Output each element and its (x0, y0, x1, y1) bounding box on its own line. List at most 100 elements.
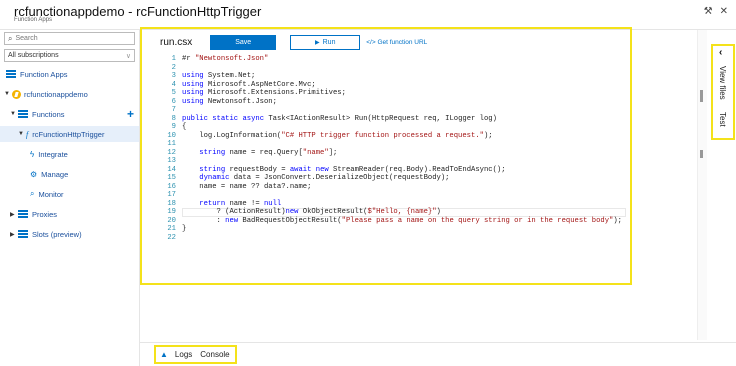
list-icon (18, 230, 28, 238)
code-line[interactable]: 3 using System.Net; (146, 72, 630, 81)
line-number: 20 (167, 216, 176, 225)
add-function-icon[interactable]: + (127, 107, 134, 121)
code-text: public static async Task<IActionResult> … (182, 114, 497, 123)
page-subtitle: Function Apps (14, 17, 53, 23)
line-number: 15 (167, 174, 176, 182)
lightning-icon: ϟ (30, 149, 35, 159)
chevron-left-icon[interactable]: ‹ (719, 47, 722, 58)
code-line[interactable]: 15 dynamic data = JsonConvert.Deserializ… (146, 174, 630, 183)
line-number: 3 (171, 72, 176, 80)
close-icon[interactable]: ✕ (720, 6, 728, 17)
sidebar: ⌕ Search All subscriptions ∨ Function Ap… (0, 30, 140, 366)
code-line[interactable]: 19 ? (ActionResult)new OkObjectResult($"… (146, 208, 630, 217)
code-line[interactable]: 9{ (146, 123, 630, 132)
caret-right-icon[interactable]: ▶ (10, 211, 18, 218)
caret-right-icon[interactable]: ▶ (10, 231, 18, 238)
code-line[interactable]: 17 (146, 191, 630, 200)
code-line[interactable]: 21} (146, 225, 630, 234)
line-number: 6 (171, 97, 176, 106)
code-text: string name = req.Query["name"]; (199, 148, 338, 157)
get-function-url-link[interactable]: </> Get function URL (366, 39, 427, 46)
code-text: using Microsoft.Extensions.Primitives; (182, 89, 346, 97)
code-line[interactable]: 14 string requestBody = await new Stream… (146, 166, 630, 175)
function-app-icon (12, 89, 21, 99)
code-text: : new BadRequestObjectResult("Please pas… (182, 216, 623, 225)
code-line[interactable]: 11 (146, 140, 630, 149)
sidebar-item-function-trigger[interactable]: ▼ f rcFunctionHttpTrigger (0, 126, 139, 142)
sidebar-item-label: Integrate (38, 149, 68, 159)
line-number: 13 (167, 157, 176, 165)
function-icon: f (26, 129, 29, 139)
play-icon: ▶ (315, 39, 320, 46)
console-tab[interactable]: Console (200, 350, 229, 359)
sidebar-item-label: Manage (41, 169, 69, 179)
list-icon (6, 70, 16, 78)
sidebar-item-manage[interactable]: ⚙ Manage (30, 166, 68, 182)
code-line[interactable]: 1 #r "Newtonsoft.Json" (146, 55, 630, 64)
code-line[interactable]: 8 public static async Task<IActionResult>… (146, 115, 630, 124)
search-icon: ⌕ (30, 189, 35, 198)
caret-down-icon[interactable]: ▼ (4, 91, 12, 97)
sidebar-item-functions[interactable]: ▼ Functions + (10, 106, 139, 122)
code-line[interactable]: 5 using Microsoft.Extensions.Primitives; (146, 89, 630, 98)
code-line[interactable]: 2 (146, 64, 630, 73)
save-button[interactable]: Save (210, 34, 277, 50)
tab-view-files[interactable]: View files (718, 66, 727, 100)
code-line[interactable]: 16 name = name ?? data?.name; (146, 183, 630, 192)
caret-down-icon[interactable]: ▼ (10, 111, 18, 117)
file-name[interactable]: run.csx (160, 37, 192, 48)
code-text: { (182, 123, 187, 131)
sidebar-item-proxies[interactable]: ▶ Proxies (10, 206, 57, 222)
sidebar-item-slots[interactable]: ▶ Slots (preview) (10, 226, 82, 242)
header-actions: ⚒ ✕ (704, 6, 728, 17)
sidebar-item-function-app[interactable]: ▼ rcfunctionappdemo (4, 86, 88, 102)
editor-scrollbar[interactable] (697, 30, 707, 340)
search-icon: ⌕ (8, 33, 13, 43)
line-number: 1 (171, 55, 176, 63)
list-icon (18, 210, 28, 218)
code-line[interactable]: 13 (146, 157, 630, 166)
code-text: using Newtonsoft.Json; (182, 97, 277, 106)
tab-test[interactable]: Test (718, 112, 727, 127)
line-number: 5 (171, 89, 176, 97)
line-number: 16 (167, 182, 176, 191)
run-button[interactable]: ▶ Run (290, 34, 361, 50)
code-line[interactable]: 4 using Microsoft.AspNetCore.Mvc; (146, 81, 630, 90)
caret-down-icon[interactable]: ▼ (18, 131, 26, 137)
scrollbar-thumb[interactable] (700, 90, 703, 102)
code-text: #r "Newtonsoft.Json" (182, 55, 269, 63)
code-line[interactable]: 12 string name = req.Query["name"]; (146, 149, 630, 158)
logs-tab[interactable]: Logs (175, 350, 192, 359)
subscriptions-dropdown[interactable]: All subscriptions ∨ (4, 49, 135, 62)
scrollbar-marker (700, 150, 703, 158)
code-line[interactable]: 10 log.LogInformation("C# HTTP trigger f… (146, 132, 630, 141)
line-number: 4 (171, 80, 176, 89)
search-input[interactable]: ⌕ Search (4, 32, 135, 45)
code-line[interactable]: 20 : new BadRequestObjectResult("Please … (146, 217, 630, 226)
pin-icon[interactable]: ⚒ (704, 6, 713, 17)
line-number: 22 (167, 233, 176, 242)
sidebar-item-integrate[interactable]: ϟ Integrate (30, 146, 68, 162)
gear-icon: ⚙ (30, 169, 38, 179)
code-text: return name != null (199, 199, 282, 208)
code-text: log.LogInformation("C# HTTP trigger func… (182, 131, 493, 140)
editor-toolbar: run.csx Save ▶ Run </> Get function URL (160, 34, 427, 50)
code-line[interactable]: 6 using Newtonsoft.Json; (146, 98, 630, 107)
code-line[interactable]: 18 return name != null (146, 200, 630, 209)
sidebar-item-monitor[interactable]: ⌕ Monitor (30, 186, 64, 202)
chevron-down-icon: ∨ (125, 52, 131, 60)
run-label: Run (322, 38, 336, 46)
code-text: using System.Net; (182, 72, 256, 80)
code-line[interactable]: 22 (146, 234, 630, 243)
chevron-up-icon[interactable]: ▲ (160, 350, 168, 359)
sidebar-item-function-apps[interactable]: Function Apps (6, 66, 68, 82)
line-number: 9 (171, 123, 176, 131)
line-number: 17 (167, 191, 176, 199)
list-icon (18, 110, 28, 118)
line-number: 10 (167, 131, 176, 140)
code-text: ? (ActionResult)new OkObjectResult($"Hel… (182, 208, 441, 216)
code-line[interactable]: 7 (146, 106, 630, 115)
subscriptions-value: All subscriptions (8, 52, 59, 59)
side-tabs: ‹ View files Test (711, 44, 735, 140)
code-text: using Microsoft.AspNetCore.Mvc; (182, 80, 316, 89)
